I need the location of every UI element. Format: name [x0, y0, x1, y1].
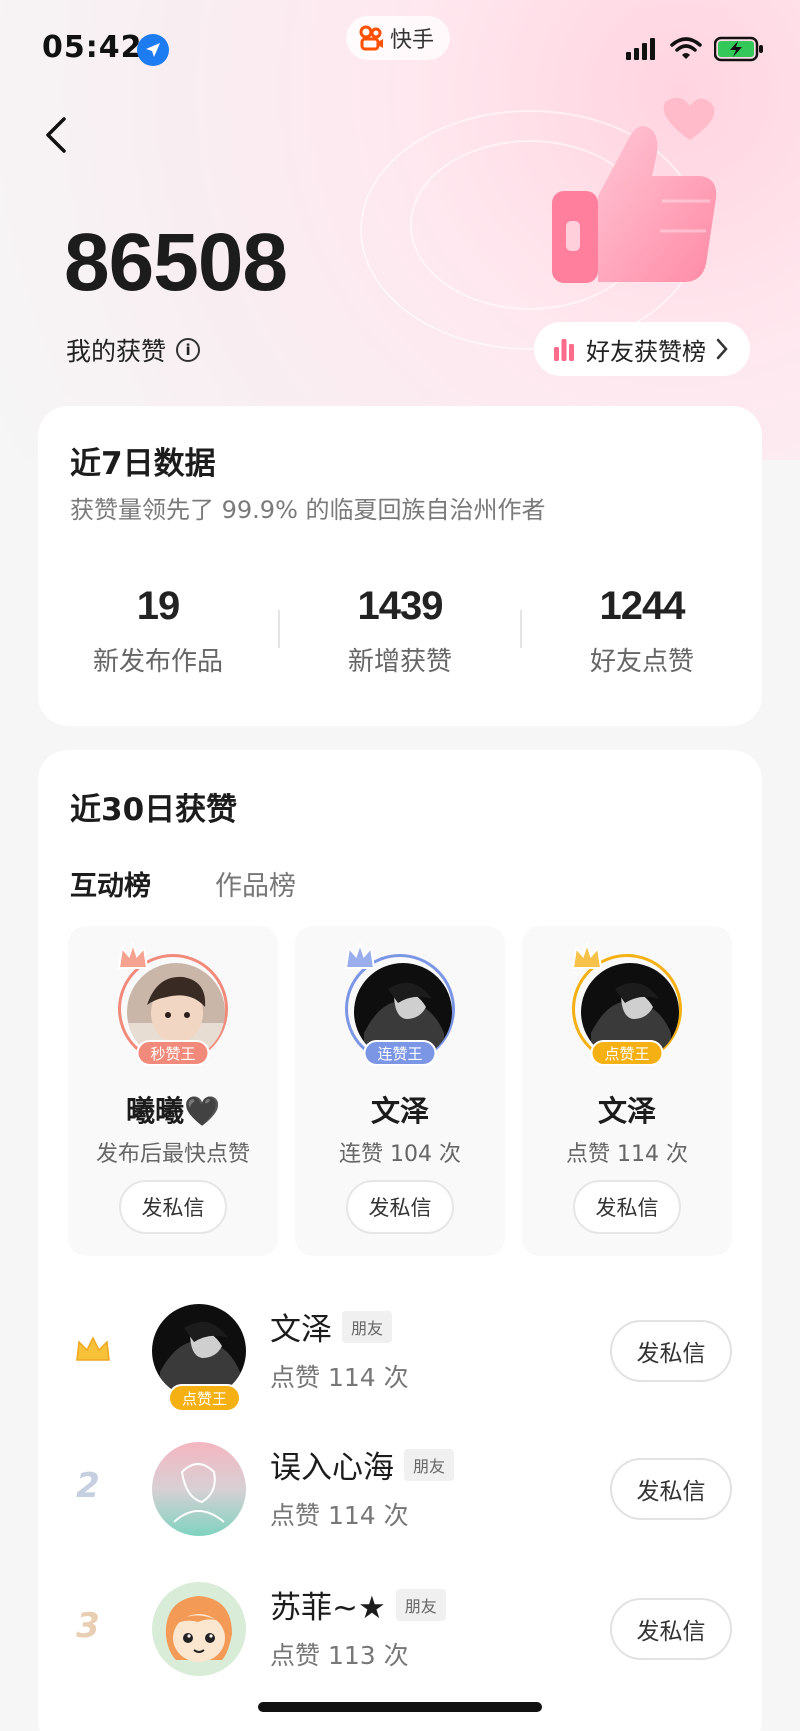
stat-value: 19 [136, 584, 181, 628]
list-user-likes: 点赞 113 次 [270, 1641, 409, 1670]
crown-badge-icon [344, 942, 376, 969]
stat-friend-likes[interactable]: 1244 好友点赞 [522, 584, 762, 678]
top-user-desc: 连赞 104 次 [339, 1142, 461, 1167]
bar-chart-icon [554, 339, 574, 361]
ranking-tabs: 互动榜 作品榜 [70, 864, 296, 903]
thirty-day-title: 近30日获赞 [70, 792, 238, 828]
location-arrow-icon [137, 34, 169, 66]
tab-interaction[interactable]: 互动榜 [70, 864, 151, 903]
top-user-name: 文泽 [370, 1094, 429, 1128]
home-indicator[interactable] [258, 1702, 542, 1712]
avatar[interactable] [152, 1442, 246, 1536]
friends-rank-label: 好友获赞榜 [586, 337, 706, 366]
list-user-name-group: 文泽 朋友 [270, 1304, 393, 1349]
seven-day-card: 近7日数据 获赞量领先了 99.9% 的临夏回族自治州作者 19 新发布作品 1… [38, 406, 762, 726]
list-item[interactable]: 2 误入心海 朋友 点赞 114 次 发私信 [38, 1430, 762, 1550]
send-message-button[interactable]: 发私信 [573, 1180, 681, 1234]
top-card-fastest[interactable]: 秒赞王 曦曦🖤 发布后最快点赞 发私信 [68, 926, 278, 1256]
status-time: 05:42 [42, 30, 143, 65]
list-user-name: 苏菲~★ [270, 1590, 386, 1626]
stat-value: 1439 [357, 584, 444, 628]
friends-rank-button[interactable]: 好友获赞榜 [534, 322, 750, 376]
send-message-button[interactable]: 发私信 [119, 1180, 227, 1234]
status-bar: 05:42 快手 [0, 0, 800, 100]
top-card-streak[interactable]: 连赞王 文泽 连赞 104 次 发私信 [295, 926, 505, 1256]
top-card-most-likes[interactable]: 点赞王 文泽 点赞 114 次 发私信 [522, 926, 732, 1256]
send-message-button[interactable]: 发私信 [610, 1320, 732, 1382]
friend-tag: 朋友 [342, 1310, 393, 1343]
top-user-name: 文泽 [597, 1094, 656, 1128]
list-item[interactable]: 3 苏菲~★ 朋友 点赞 113 次 发私信 [38, 1570, 762, 1690]
total-likes-value: 86508 [64, 217, 288, 308]
send-message-button[interactable]: 发私信 [610, 1458, 732, 1520]
badge-most-likes: 点赞王 [590, 1040, 664, 1066]
badge-streak: 连赞王 [363, 1040, 437, 1066]
kuaishou-logo-icon [359, 25, 383, 51]
list-user-likes: 点赞 114 次 [270, 1501, 409, 1530]
rank-number: 2 [76, 1466, 100, 1506]
list-user-name-group: 苏菲~★ 朋友 [270, 1582, 446, 1627]
system-icons [626, 36, 764, 62]
avatar[interactable] [152, 1582, 246, 1676]
badge-fastest: 秒赞王 [136, 1040, 210, 1066]
signal-icon [626, 38, 655, 60]
thirty-day-card: 近30日获赞 互动榜 作品榜 秒赞王 曦曦🖤 发布后最快点赞 发私信 连赞王 文… [38, 750, 762, 1731]
my-likes-label-group: 我的获赞 i [66, 332, 201, 368]
list-user-name: 文泽 [270, 1312, 332, 1348]
top-user-desc: 发布后最快点赞 [95, 1142, 250, 1167]
stat-new-posts[interactable]: 19 新发布作品 [38, 584, 278, 678]
friend-tag: 朋友 [395, 1588, 446, 1621]
send-message-button[interactable]: 发私信 [346, 1180, 454, 1234]
stat-label: 好友点赞 [589, 647, 694, 677]
app-indicator[interactable]: 快手 [346, 16, 451, 60]
my-likes-label: 我的获赞 [66, 337, 167, 366]
chevron-left-icon [46, 117, 66, 153]
thumbs-up-illustration [540, 96, 740, 296]
app-name: 快手 [390, 28, 435, 53]
seven-day-title: 近7日数据 [70, 446, 216, 482]
wifi-icon [670, 37, 702, 59]
stat-new-likes[interactable]: 1439 新增获赞 [280, 584, 520, 678]
list-user-name-group: 误入心海 朋友 [270, 1442, 455, 1487]
info-icon[interactable]: i [176, 338, 201, 362]
rank-number: 3 [76, 1606, 100, 1646]
stat-label: 新发布作品 [92, 647, 223, 677]
list-user-likes: 点赞 114 次 [270, 1363, 409, 1392]
send-message-button[interactable]: 发私信 [610, 1598, 732, 1660]
crown-badge-icon [571, 942, 603, 969]
tab-works[interactable]: 作品榜 [215, 864, 296, 903]
top-user-desc: 点赞 114 次 [566, 1142, 688, 1167]
chevron-right-icon [716, 338, 728, 360]
battery-charging-icon [714, 36, 763, 62]
crown-icon [76, 1336, 110, 1361]
back-button[interactable] [34, 110, 78, 160]
seven-day-subtitle: 获赞量领先了 99.9% 的临夏回族自治州作者 [70, 496, 546, 524]
crown-badge-icon [117, 942, 149, 969]
badge-most-likes: 点赞王 [168, 1384, 242, 1412]
top-user-name: 曦曦🖤 [125, 1094, 221, 1128]
list-user-name: 误入心海 [270, 1450, 394, 1486]
stat-label: 新增获赞 [347, 647, 452, 677]
stat-value: 1244 [599, 584, 686, 628]
friend-tag: 朋友 [404, 1448, 455, 1481]
list-item[interactable]: 点赞王 文泽 朋友 点赞 114 次 发私信 [38, 1292, 762, 1412]
